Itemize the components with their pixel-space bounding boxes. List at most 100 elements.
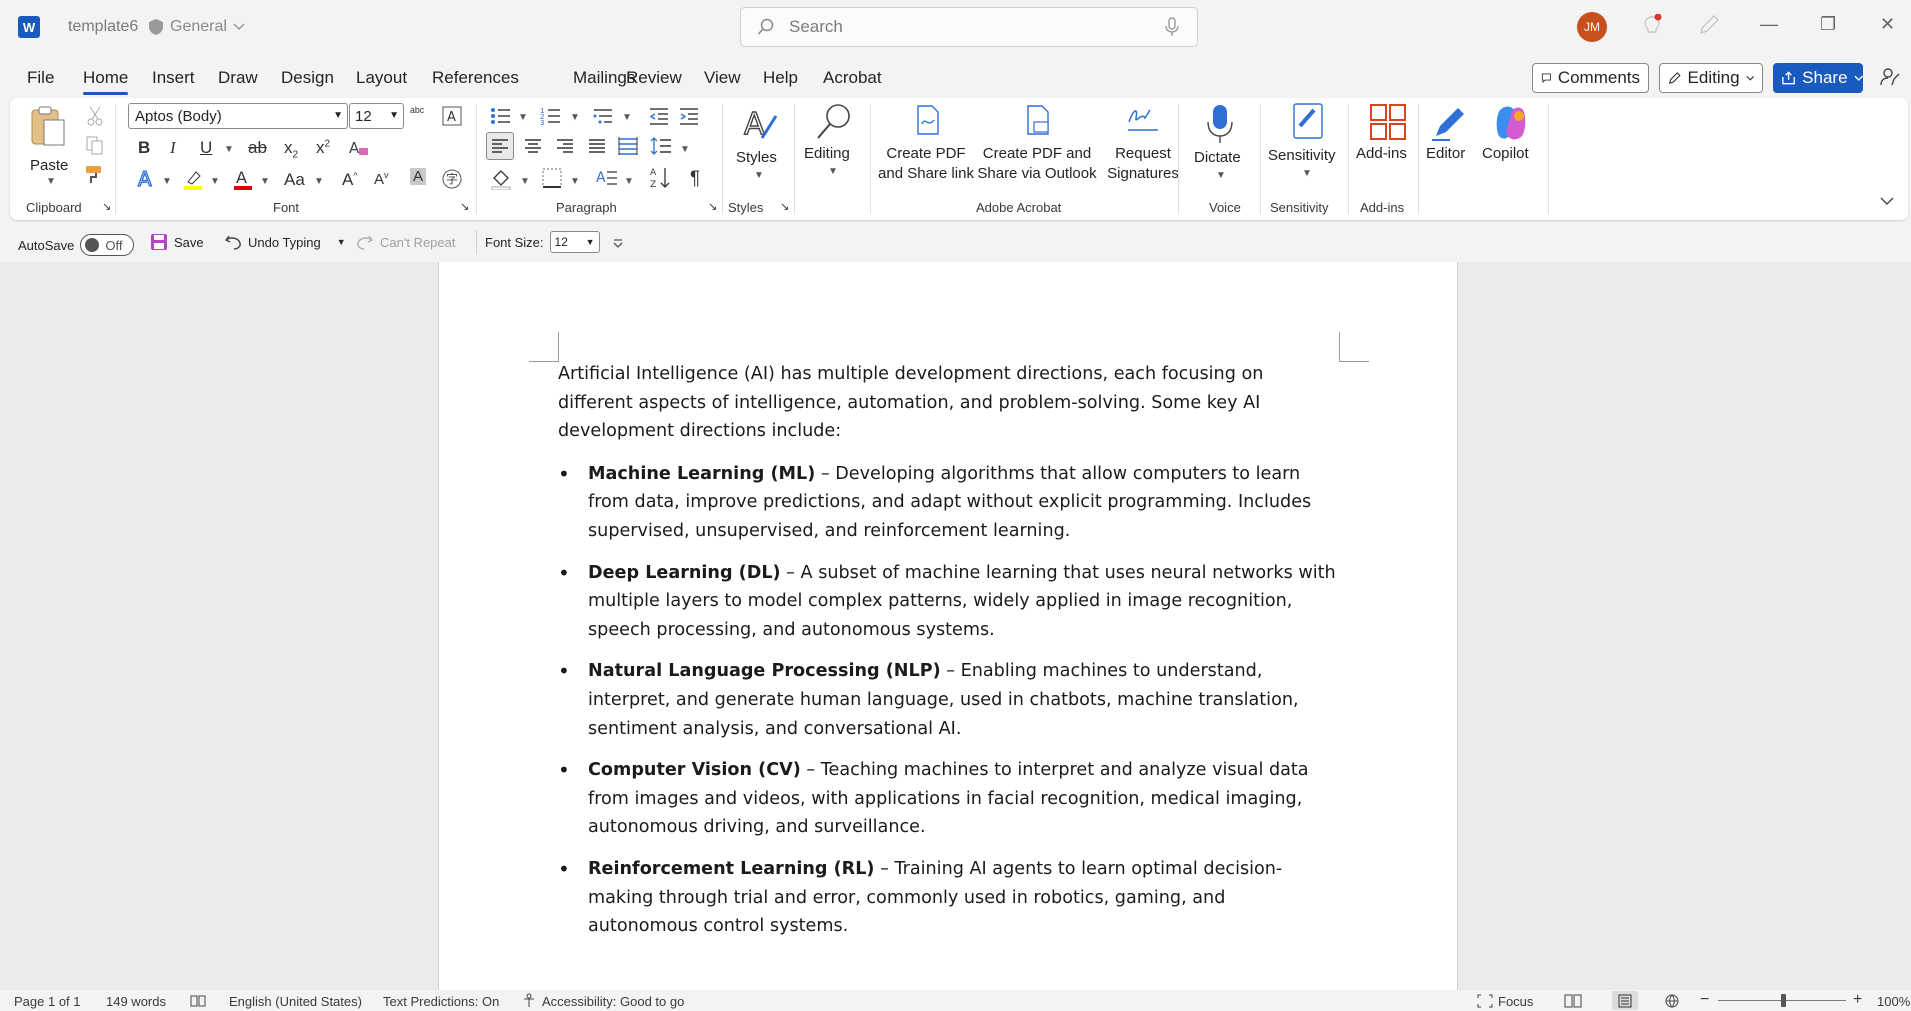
tab-file[interactable]: File [27,68,54,88]
read-mode-icon[interactable] [1564,994,1582,1008]
add-ins-button[interactable]: Add-ins [1354,104,1422,194]
font-color-dropdown-icon[interactable]: ▼ [260,176,270,187]
strikethrough-button[interactable]: ab [248,138,267,158]
zoom-in-button[interactable]: + [1853,991,1862,1009]
shading-dropdown-icon[interactable]: ▼ [520,176,530,187]
change-case-abc-icon[interactable]: ᵃᵇᶜ [410,104,424,119]
language[interactable]: English (United States) [229,994,362,1009]
bullets-dropdown-icon[interactable]: ▼ [518,112,528,123]
multilevel-list-icon[interactable] [592,106,614,126]
focus-button[interactable]: Focus [1498,994,1533,1009]
tab-review[interactable]: Review [626,68,682,88]
show-formatting-marks-icon[interactable]: ¶ [690,168,700,190]
editing-mode-button[interactable]: Editing [1659,63,1763,93]
character-shading-icon[interactable]: A [410,168,427,185]
request-signatures-button[interactable]: Request Signatures [1096,104,1190,194]
decrease-indent-icon[interactable] [648,106,670,126]
text-effects-icon[interactable]: A [136,168,158,190]
save-button[interactable]: Save [150,233,204,251]
collapse-ribbon-icon[interactable] [1880,196,1894,206]
increase-indent-icon[interactable] [678,106,700,126]
styles-launcher-icon[interactable]: ↘ [780,200,789,213]
paste-dropdown-icon[interactable]: ▼ [46,176,56,187]
microphone-icon[interactable] [1165,17,1179,37]
undo-dropdown-icon[interactable]: ▼ [337,237,346,247]
underline-button[interactable]: U [200,138,212,158]
enclose-characters-icon[interactable]: 字 [441,168,463,190]
tab-view[interactable]: View [704,68,741,88]
restore-button[interactable]: ❐ [1820,14,1836,35]
font-color-icon[interactable]: A [232,168,254,190]
borders-icon[interactable] [542,168,562,188]
copilot-button[interactable]: Copilot [1480,104,1540,194]
highlight-color-icon[interactable] [182,168,204,190]
underline-dropdown-icon[interactable]: ▼ [224,144,234,155]
tab-insert[interactable]: Insert [152,68,195,88]
clear-formatting-icon[interactable]: A [442,106,462,126]
line-spacing-dropdown-icon[interactable]: ▼ [680,144,690,155]
share-button[interactable]: Share [1773,63,1863,93]
text-effects-dropdown-icon[interactable]: ▼ [162,176,172,187]
undo-button[interactable]: Undo Typing ▼ [224,233,346,251]
grow-font-icon[interactable]: A^ [342,170,358,190]
paste-button[interactable]: Paste [28,104,68,184]
font-size-select[interactable]: 12 ▼ [349,103,404,129]
distributed-icon[interactable] [618,136,638,156]
dictate-button[interactable]: Dictate ▼ [1188,104,1252,194]
person-feedback-icon[interactable] [1879,66,1901,88]
avatar[interactable]: JM [1577,12,1607,42]
autosave-switch[interactable]: Off [80,234,135,256]
paragraph-launcher-icon[interactable]: ↘ [708,200,717,213]
multilevel-dropdown-icon[interactable]: ▼ [622,112,632,123]
cut-icon[interactable] [86,106,104,126]
line-spacing-icon[interactable] [650,136,672,156]
bullets-icon[interactable] [490,106,512,126]
justify-icon[interactable] [588,138,606,154]
change-case-dropdown-icon[interactable]: ▼ [314,176,324,187]
copy-icon[interactable] [86,136,104,156]
asian-layout-icon[interactable]: A [596,168,618,188]
borders-dropdown-icon[interactable]: ▼ [570,176,580,187]
lightbulb-icon[interactable] [1642,14,1662,38]
document-body[interactable]: Artificial Intelligence (AI) has multipl… [558,360,1338,954]
tab-home[interactable]: Home [83,68,129,95]
text-predictions[interactable]: Text Predictions: On [383,994,499,1009]
shading-icon[interactable] [490,168,512,190]
document-title[interactable]: template6 [68,18,138,36]
qat-font-size-select[interactable]: 12 ▼ [549,231,600,253]
align-left-button[interactable] [486,132,514,160]
accessibility-status[interactable]: Accessibility: Good to go [542,994,684,1009]
customize-qat-icon[interactable] [612,238,624,250]
document-canvas[interactable]: Artificial Intelligence (AI) has multipl… [0,262,1911,990]
font-launcher-icon[interactable]: ↘ [460,200,469,213]
editor-button[interactable]: Editor [1424,104,1474,194]
tab-layout[interactable]: Layout [356,68,407,88]
tab-design[interactable]: Design [281,68,334,88]
minimize-button[interactable]: — [1760,14,1778,35]
bold-button[interactable]: B [138,138,150,158]
tab-acrobat[interactable]: Acrobat [823,68,882,88]
font-name-select[interactable]: Aptos (Body) ▼ [128,103,348,129]
align-right-icon[interactable] [556,138,574,154]
tab-references[interactable]: References [432,68,519,88]
format-painter-icon[interactable] [84,164,106,184]
shrink-font-icon[interactable]: Av [374,170,389,188]
superscript-button[interactable]: x2 [316,138,330,158]
create-pdf-share-link-button[interactable]: Create PDF and Share link [874,104,978,194]
pen-icon[interactable] [1698,14,1720,36]
page-count[interactable]: Page 1 of 1 [14,994,81,1009]
word-count[interactable]: 149 words [106,994,166,1009]
text-effects-eraser-icon[interactable]: A [348,138,370,158]
zoom-level[interactable]: 100% [1877,994,1910,1009]
zoom-out-button[interactable]: − [1700,991,1709,1009]
numbering-dropdown-icon[interactable]: ▼ [570,112,580,123]
proofing-book-icon[interactable] [190,995,206,1007]
sensitivity-label[interactable]: General [148,18,245,36]
highlight-dropdown-icon[interactable]: ▼ [210,176,220,187]
tab-help[interactable]: Help [763,68,798,88]
tab-draw[interactable]: Draw [218,68,258,88]
autosave-toggle[interactable]: AutoSave Off [18,234,135,256]
zoom-slider-thumb[interactable] [1781,994,1786,1007]
clipboard-launcher-icon[interactable]: ↘ [102,200,111,213]
italic-button[interactable]: I [170,138,176,158]
